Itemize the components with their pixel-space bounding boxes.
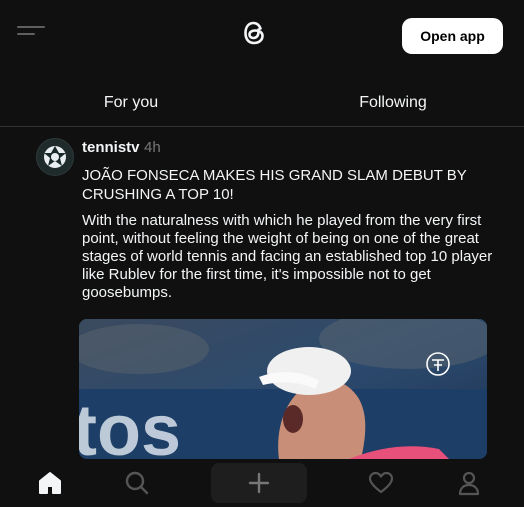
nav-create[interactable]: [211, 463, 307, 503]
tab-for-you[interactable]: For you: [0, 80, 262, 126]
tab-following[interactable]: Following: [262, 80, 524, 126]
feed-tabs: For you Following: [0, 80, 524, 126]
search-icon: [125, 471, 149, 495]
nav-search[interactable]: [113, 459, 161, 507]
heart-icon: [368, 471, 394, 494]
post-username[interactable]: tennistv: [82, 139, 140, 156]
menu-icon[interactable]: [17, 23, 45, 37]
tennis-watermark-icon: [426, 352, 450, 376]
home-icon: [39, 472, 61, 494]
tabs-divider: [0, 126, 524, 127]
post-media-image[interactable]: tos: [79, 319, 487, 459]
post-timestamp: 4h: [144, 139, 161, 156]
post-headline: JOÃO FONSECA MAKES HIS GRAND SLAM DEBUT …: [82, 167, 467, 203]
nav-home[interactable]: [26, 459, 74, 507]
nav-profile[interactable]: [445, 459, 493, 507]
profile-icon: [458, 471, 480, 496]
threads-logo-icon[interactable]: [240, 17, 268, 49]
top-bar: Open app: [0, 0, 524, 70]
plus-icon: [248, 472, 270, 494]
open-app-button[interactable]: Open app: [402, 18, 503, 54]
nav-activity[interactable]: [357, 459, 405, 507]
tennistv-avatar-icon[interactable]: [36, 138, 74, 176]
media-banner-text: tos: [79, 391, 181, 459]
post-body: With the naturalness with which he playe…: [82, 212, 493, 301]
bottom-nav: [0, 459, 524, 507]
